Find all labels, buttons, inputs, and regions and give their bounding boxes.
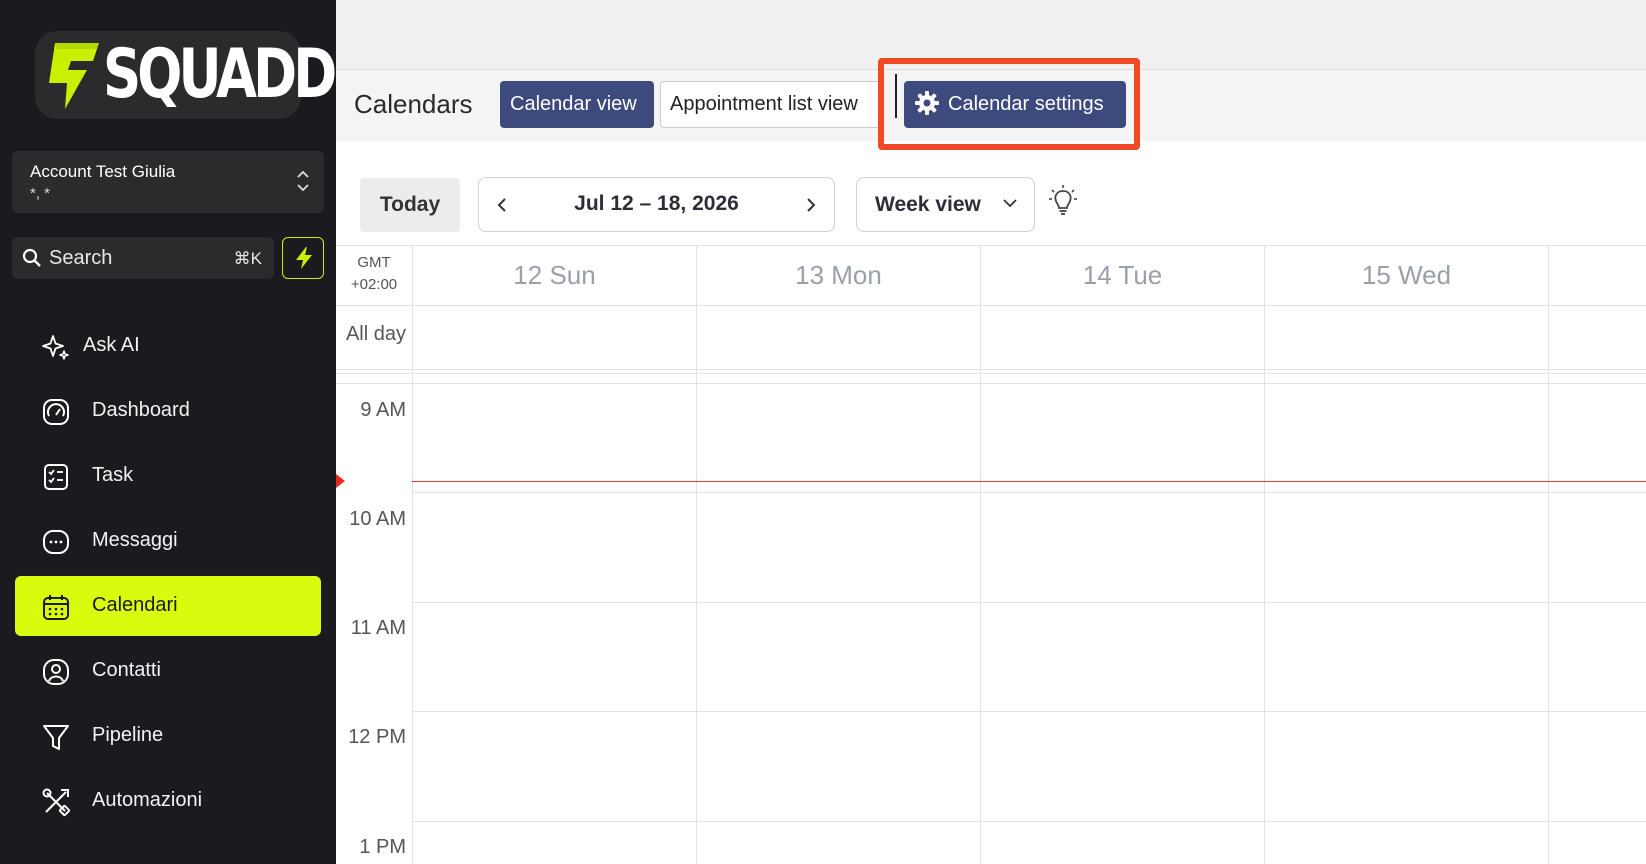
tools-icon [42, 788, 71, 817]
day-header-tue[interactable]: 14 Tue [980, 245, 1264, 305]
day-header-next[interactable] [1548, 245, 1646, 305]
day-header-mon[interactable]: 13 Mon [696, 245, 980, 305]
user-circle-icon [43, 659, 69, 685]
sidebar-item-automazioni[interactable]: Automazioni [15, 771, 321, 831]
day-header-sun[interactable]: 12 Sun [412, 245, 696, 305]
sidebar-item-label: Contatti [92, 659, 161, 681]
sparkle-icon [42, 335, 69, 360]
calendars-header: Calendars Calendar view Appointment list… [336, 58, 1646, 150]
sidebar-item-label: Task [92, 464, 134, 486]
sidebar-item-label: Dashboard [92, 399, 190, 421]
hour-label: 12 PM [348, 726, 406, 748]
logo-bolt-icon [49, 43, 99, 109]
timezone-label: GMT +02:00 [350, 254, 398, 293]
hour-label: 1 PM [359, 836, 406, 858]
search-input[interactable]: Search ⌘K [12, 237, 274, 279]
gauge-icon [43, 399, 69, 425]
week-grid: GMT +02:00 12 Sun 13 Mon 14 Tue 15 Wed A… [336, 245, 1646, 864]
calendar-controls: Today Jul 12 – 18, 2026 Week view [336, 141, 1646, 245]
hour-label: 9 AM [360, 399, 406, 421]
quick-actions-button[interactable] [282, 237, 324, 279]
chevron-updown-icon [297, 170, 309, 192]
sidebar-item-label: Automazioni [92, 789, 203, 811]
date-range-label: Jul 12 – 18, 2026 [574, 192, 739, 215]
account-sub: *, * [30, 185, 51, 202]
lightbulb-icon[interactable] [1048, 185, 1078, 221]
hour-label: 11 AM [350, 617, 406, 639]
search-icon [22, 248, 41, 267]
current-time-marker [336, 474, 345, 488]
brand-name: SQUADD [103, 35, 337, 114]
date-range-navigator: Jul 12 – 18, 2026 [478, 177, 835, 232]
tab-calendar-view[interactable]: Calendar view [500, 81, 654, 128]
filter-icon [43, 725, 69, 750]
sidebar-item-label: Ask AI [83, 334, 140, 356]
allday-label: All day [345, 323, 406, 345]
sidebar-item-messaggi[interactable]: Messaggi [15, 511, 321, 571]
chat-icon [43, 530, 69, 554]
sidebar-item-label: Pipeline [92, 724, 164, 746]
sidebar-item-label: Messaggi [92, 529, 178, 551]
hour-label: 10 AM [349, 508, 406, 530]
sidebar-item-calendari[interactable]: Calendari [15, 576, 321, 636]
sidebar-item-ask-ai[interactable]: Ask AI [15, 316, 321, 376]
sidebar-item-pipeline[interactable]: Pipeline [15, 706, 321, 766]
view-selector[interactable]: Week view [856, 177, 1035, 232]
search-shortcut: ⌘K [233, 249, 262, 268]
today-button[interactable]: Today [360, 178, 460, 232]
squadd-logo[interactable]: SQUADD [35, 31, 337, 119]
account-name: Account Test Giulia [30, 162, 176, 181]
account-switcher[interactable]: Account Test Giulia *, * [12, 151, 324, 213]
sidebar-item-task[interactable]: Task [15, 446, 321, 506]
tab-appointment-list-view[interactable]: Appointment list view [660, 81, 878, 128]
sidebar-item-contatti[interactable]: Contatti [15, 641, 321, 701]
chevron-down-icon [1003, 199, 1017, 208]
sidebar: SQUADD Account Test Giulia *, * Search ⌘… [0, 0, 337, 864]
current-time-line [412, 481, 1646, 482]
lightning-icon [296, 247, 312, 269]
calendar-icon [43, 595, 69, 620]
sidebar-item-dashboard[interactable]: Dashboard [15, 381, 321, 441]
main-content: Calendars Calendar view Appointment list… [336, 0, 1646, 864]
highlight-box [878, 58, 1140, 150]
sidebar-item-label: Calendari [92, 594, 178, 616]
day-header-wed[interactable]: 15 Wed [1264, 245, 1548, 305]
task-list-icon [44, 464, 68, 490]
search-label: Search [49, 247, 113, 269]
view-selector-label: Week view [875, 193, 981, 216]
chevron-right-icon[interactable] [802, 195, 820, 215]
page-title: Calendars [354, 89, 473, 119]
